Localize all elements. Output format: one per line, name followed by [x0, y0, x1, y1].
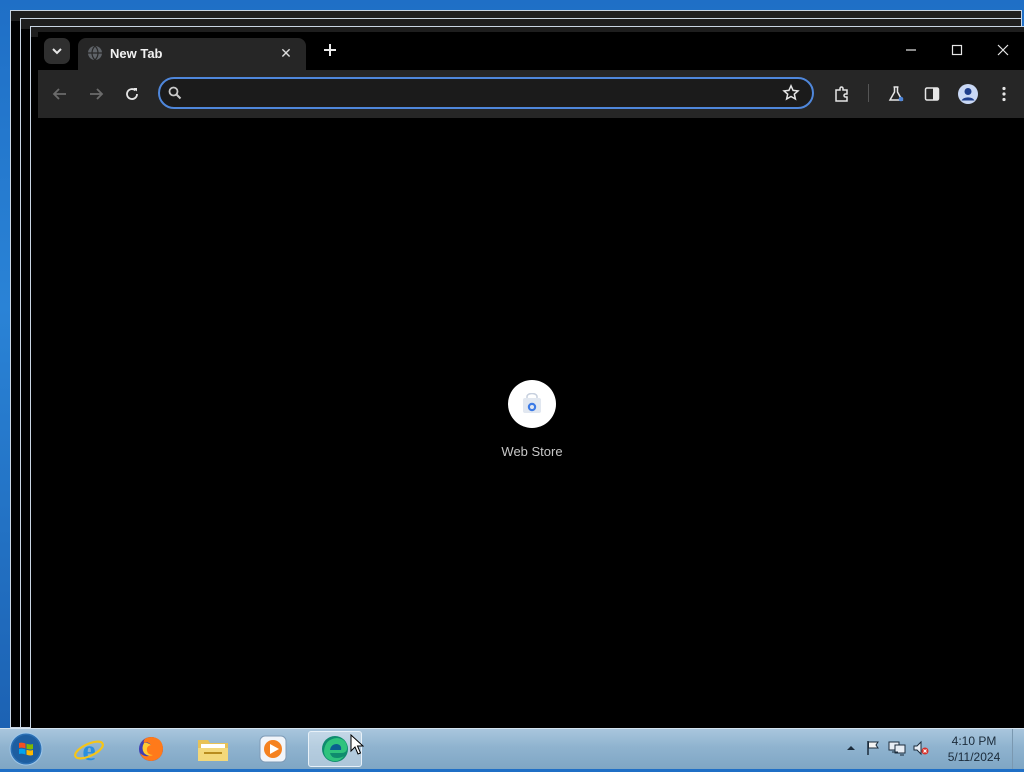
- maximize-icon: [951, 44, 963, 56]
- avatar-icon: [958, 84, 978, 104]
- tab-new-tab[interactable]: New Tab ✕: [78, 38, 306, 70]
- file-explorer-icon: [198, 740, 228, 761]
- start-button[interactable]: [6, 731, 46, 767]
- media-player-icon: [259, 735, 287, 763]
- new-tab-page: Web Store: [38, 118, 1024, 728]
- tab-close-icon[interactable]: ✕: [276, 43, 296, 63]
- flag-icon: [867, 741, 879, 755]
- forward-arrow-icon: [90, 88, 104, 100]
- labs-button[interactable]: [882, 80, 910, 108]
- side-panel-icon: [924, 87, 940, 101]
- new-tab-button[interactable]: [318, 38, 342, 62]
- minimize-button[interactable]: [888, 32, 934, 68]
- chevron-down-icon: [52, 48, 62, 55]
- edge-icon: [322, 736, 348, 762]
- back-arrow-icon: [52, 88, 66, 100]
- bookmark-star-icon[interactable]: [782, 84, 800, 102]
- close-window-button[interactable]: [980, 32, 1024, 68]
- tab-search-button[interactable]: [44, 38, 70, 64]
- title-bar: New Tab ✕: [38, 32, 1024, 70]
- browser-window: New Tab ✕ Web Store: [38, 32, 1024, 728]
- volume-tray[interactable]: [912, 737, 930, 759]
- toolbar: [38, 70, 1024, 118]
- firefox-icon: [139, 737, 163, 761]
- side-panel-button[interactable]: [918, 80, 946, 108]
- mouse-cursor-icon: [350, 734, 364, 755]
- action-center-tray[interactable]: [864, 737, 882, 759]
- internet-explorer-icon: e: [74, 734, 104, 765]
- shortcut-tile[interactable]: [508, 380, 556, 428]
- taskbar-firefox[interactable]: [124, 731, 178, 767]
- plus-icon: [324, 44, 336, 56]
- toolbar-divider: [868, 84, 869, 102]
- network-tray[interactable]: [888, 737, 906, 759]
- puzzle-icon: [835, 86, 848, 102]
- flask-icon: [888, 86, 904, 102]
- clock-date: 5/11/2024: [947, 750, 1001, 764]
- shortcut-web-store[interactable]: Web Store: [490, 380, 574, 470]
- profile-button[interactable]: [954, 80, 982, 108]
- network-icon: [888, 741, 906, 756]
- taskbar-media-player[interactable]: [246, 731, 300, 767]
- taskbar: e 4:10 PM 5/11/2024: [0, 728, 1024, 769]
- windows-orb-icon: [9, 732, 43, 766]
- close-icon: [997, 44, 1009, 56]
- shortcut-label: Web Store: [501, 444, 563, 459]
- globe-icon: [88, 45, 102, 61]
- svg-text:e: e: [82, 734, 95, 765]
- taskbar-internet-explorer[interactable]: e: [62, 731, 116, 767]
- web-store-icon: [523, 393, 541, 413]
- tab-title: New Tab: [110, 46, 163, 61]
- system-clock[interactable]: 4:10 PM 5/11/2024: [936, 733, 1012, 765]
- reload-button[interactable]: [118, 80, 146, 108]
- kebab-menu-icon: [1002, 86, 1006, 102]
- search-icon: [168, 86, 182, 100]
- minimize-icon: [906, 49, 916, 51]
- address-input[interactable]: [192, 83, 776, 105]
- maximize-button[interactable]: [934, 32, 980, 68]
- back-button[interactable]: [46, 80, 74, 108]
- forward-button[interactable]: [82, 80, 110, 108]
- taskbar-file-explorer[interactable]: [186, 731, 240, 767]
- reload-icon: [126, 88, 138, 100]
- volume-muted-icon: [913, 740, 929, 756]
- menu-button[interactable]: [990, 80, 1018, 108]
- show-desktop-button[interactable]: [1012, 729, 1024, 769]
- address-bar[interactable]: [158, 77, 814, 109]
- clock-time: 4:10 PM: [951, 734, 997, 748]
- show-hidden-icons-button[interactable]: [842, 737, 860, 759]
- chevron-up-icon: [847, 746, 855, 750]
- extensions-button[interactable]: [828, 80, 856, 108]
